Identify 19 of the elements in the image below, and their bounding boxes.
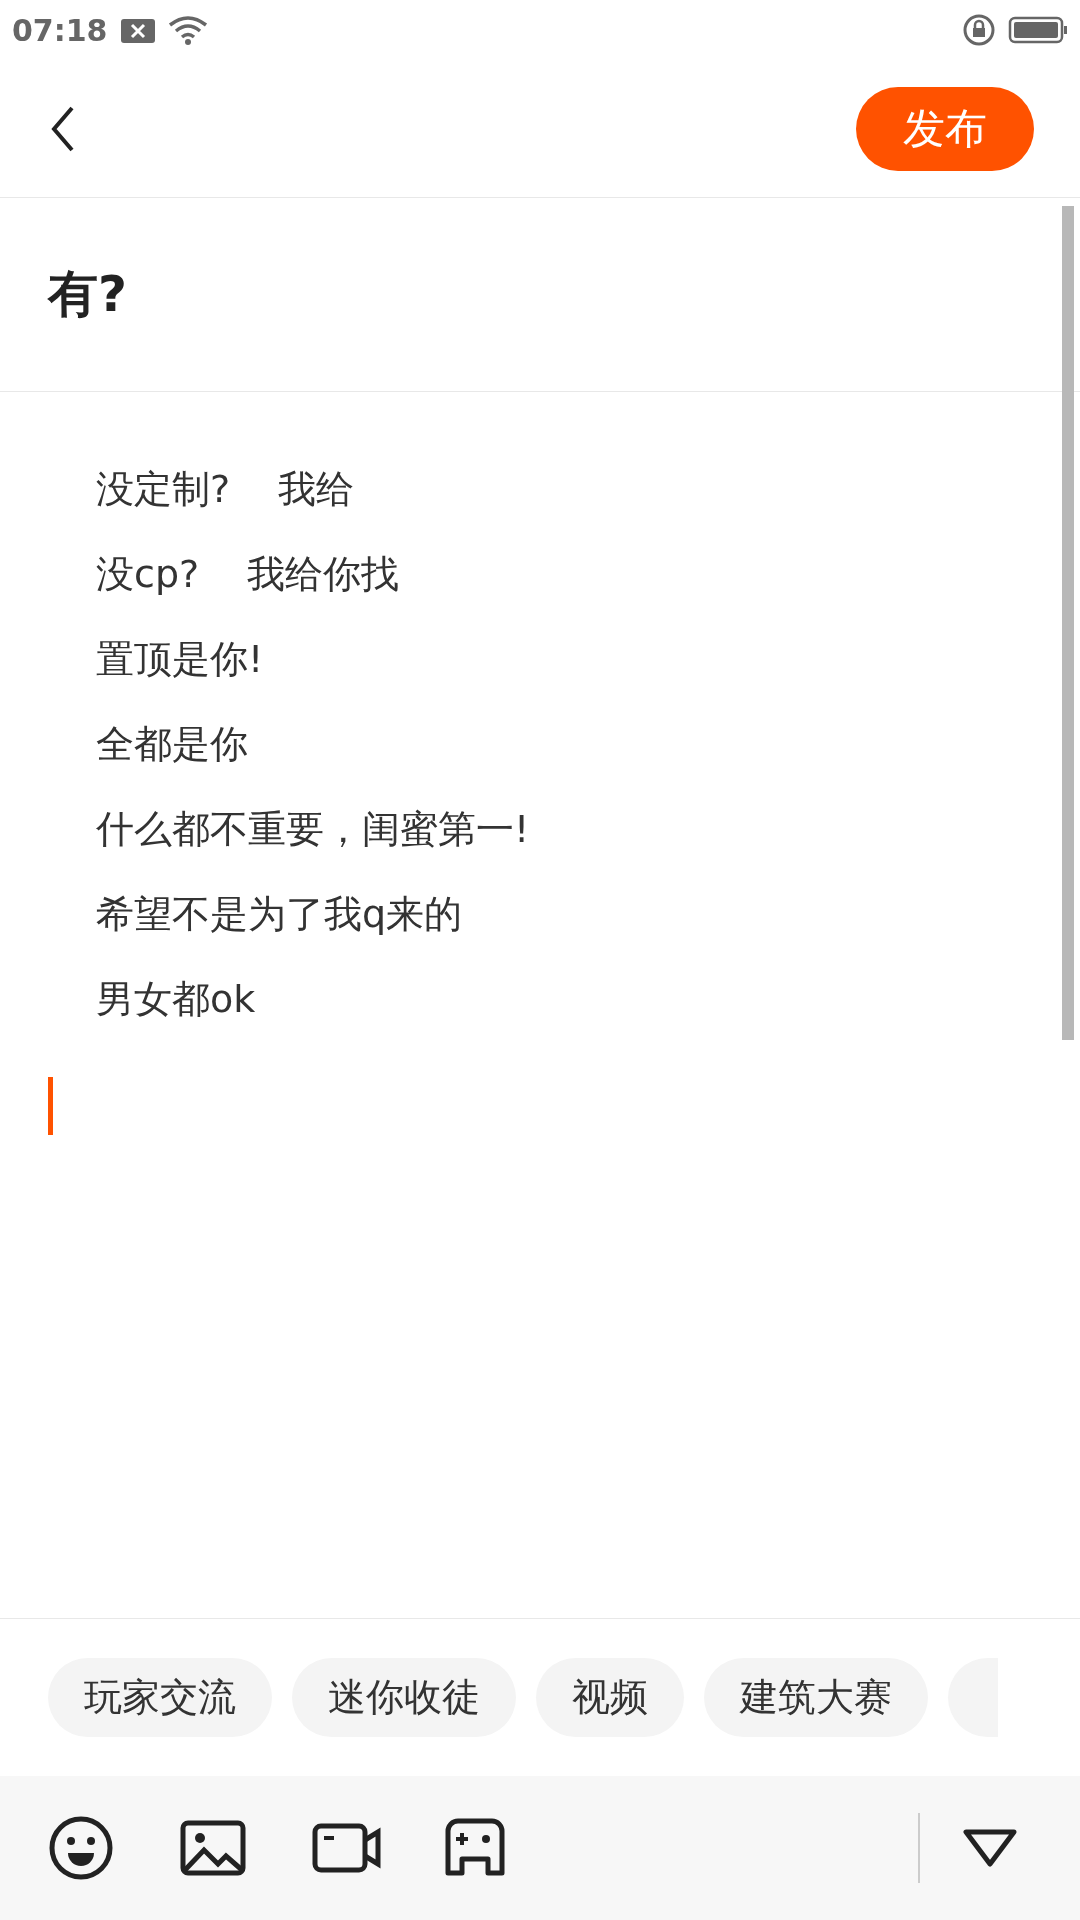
rotation-lock-icon [962,13,996,47]
tag-chip[interactable]: 建筑大赛 [704,1658,928,1737]
body-text-line: 没定制? 我给 [96,466,356,513]
clock: 07:18 [12,11,108,50]
wifi-icon [167,15,208,45]
post-title: 有? [48,264,127,325]
tag-chip[interactable]: 迷你收徒 [292,1658,516,1737]
body-text-line: 没cp? 我给你找 [96,551,401,598]
body-text-line: 全都是你 [96,721,249,768]
body-text-line: 置顶是你! [96,636,265,683]
emoji-button[interactable] [48,1815,114,1881]
body-text-line: 男女都ok [96,976,257,1023]
sim-card-icon [119,16,156,44]
tag-chip[interactable]: 视频 [536,1658,684,1737]
battery-icon [1008,15,1068,45]
tag-chip[interactable]: 玩家交流 [48,1658,272,1737]
text-cursor [48,1077,53,1135]
body-text-line: 希望不是为了我q来的 [96,891,464,938]
body-text-line: 什么都不重要，闺蜜第一! [96,806,531,853]
